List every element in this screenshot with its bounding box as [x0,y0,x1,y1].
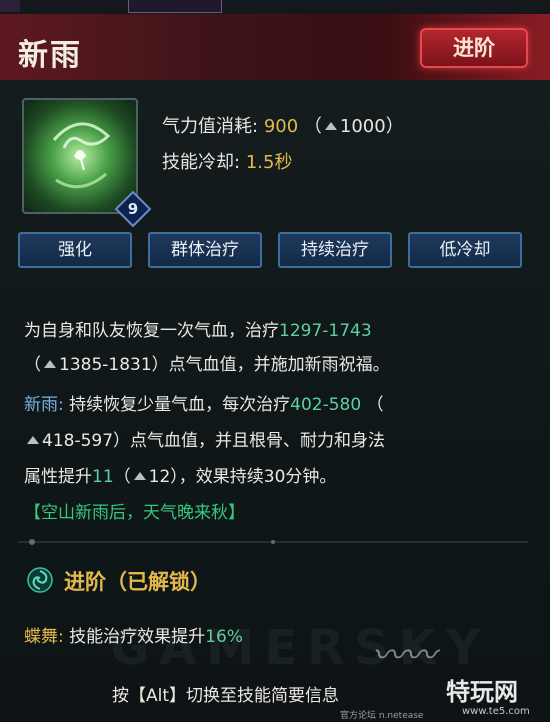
up-arrow-icon [44,359,56,368]
tab-group-heal[interactable]: 群体治疗 [148,232,262,268]
advance-effect: 蝶舞: 技能治疗效果提升16% [24,627,243,647]
prev-item-thumbnail[interactable] [0,0,20,12]
skill-tabs: 强化 群体治疗 持续治疗 低冷却 [18,232,528,270]
advance-title: 进阶（已解锁） [64,570,211,594]
flavor-quote: 【空山新雨后，天气晚来秋】 [24,503,245,523]
description-line-4: 418-597）点气血值，并且根骨、耐力和身法 [24,426,534,451]
description-line-2: （1385-1831）点气血值，并施加新雨祝福。 [24,355,390,375]
site-url: www.te5.com [462,706,530,717]
alt-hint: 按【Alt】切换至技能简要信息 [112,686,340,706]
skill-name: 新雨 [18,38,82,73]
item-thumbnail[interactable] [128,0,222,13]
cooldown-row: 技能冷却: 1.5秒 [162,152,293,173]
calligraphy-decoration: 〰〰 [372,636,437,674]
cost-value: 900 [263,116,299,137]
cost-upgrade-value: 1000 [339,116,386,137]
skill-header: 新雨 进阶 [0,14,550,81]
description-line-1: 为自身和队友恢复一次气血，治疗1297-1743 [24,321,372,341]
description-line-3: 新雨: 持续恢复少量气血，每次治疗402-580 （ [24,395,384,415]
divider [18,539,528,545]
up-arrow-icon [324,121,337,130]
site-small-text: 官方论坛 n.netease [340,711,424,721]
skill-icon [22,98,138,214]
cost-row: 气力值消耗: 900 （1000） [162,116,404,137]
cooldown-value: 1.5秒 [245,152,293,173]
up-arrow-icon [27,435,39,444]
tab-strengthen[interactable]: 强化 [18,232,132,268]
tab-continuous-heal[interactable]: 持续治疗 [278,232,392,268]
tab-low-cooldown[interactable]: 低冷却 [408,232,522,268]
advance-swirl-icon [27,567,53,593]
up-arrow-icon [133,471,146,480]
top-strip [0,0,550,14]
advance-button[interactable]: 进阶 [420,28,528,68]
site-logo: 特玩网 [446,678,518,706]
description-line-5: 属性提升11（ 12），效果持续30分钟。 [24,467,337,487]
